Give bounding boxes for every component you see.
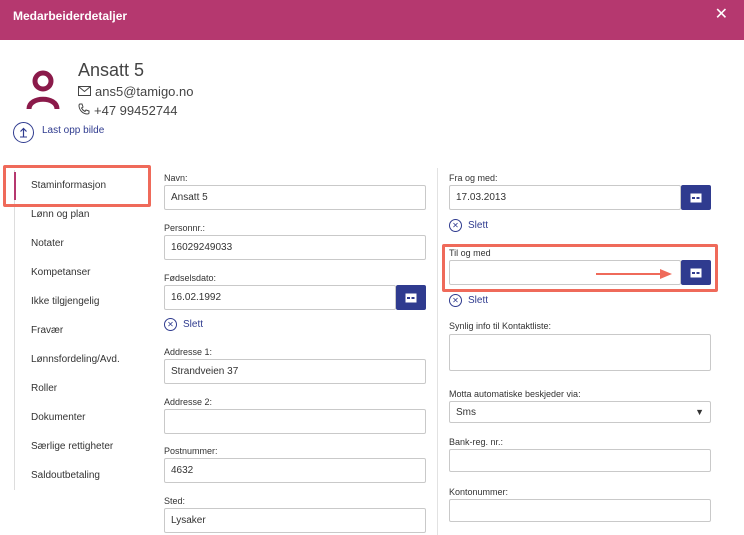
phone-row: +47 99452744 [78, 103, 178, 118]
sted-label: Sted: [164, 496, 186, 506]
personnr-input[interactable]: 16029249033 [164, 235, 426, 260]
sidebar-item-kompetanser[interactable]: Kompetanser [31, 267, 90, 278]
close-circle-icon: ✕ [164, 318, 177, 331]
sidebar-item-dokumenter[interactable]: Dokumenter [31, 412, 85, 423]
to-date-label: Til og med [449, 248, 491, 258]
close-circle-icon: ✕ [449, 219, 462, 232]
sidebar-rail [14, 170, 15, 490]
personnr-label: Personnr.: [164, 223, 206, 233]
sidebar-item-staminformasjon[interactable]: Staminformasjon [31, 180, 106, 191]
dob-input[interactable]: 16.02.1992 [164, 285, 396, 310]
auto-message-label: Motta automatiske beskjeder via: [449, 389, 581, 399]
sidebar-item-ikke-tilgjengelig[interactable]: Ikke tilgjengelig [31, 296, 99, 307]
visible-info-label: Synlig info til Kontaktliste: [449, 321, 552, 331]
chevron-down-icon: ▼ [695, 407, 704, 417]
postnr-label: Postnummer: [164, 446, 218, 456]
address2-label: Addresse 2: [164, 397, 213, 407]
sidebar-item-saldoutbetaling[interactable]: Saldoutbetaling [31, 470, 100, 481]
sidebar-item-lonn-og-plan[interactable]: Lønn og plan [31, 209, 89, 220]
account-number-label: Kontonummer: [449, 487, 509, 497]
to-date-delete-button[interactable]: ✕ Slett [449, 294, 488, 307]
sidebar-item-roller[interactable]: Roller [31, 383, 57, 394]
from-date-delete-button[interactable]: ✕ Slett [449, 219, 488, 232]
employee-name: Ansatt 5 [78, 60, 145, 80]
visible-info-textarea[interactable] [449, 334, 711, 371]
from-date-calendar-button[interactable] [681, 185, 711, 210]
to-date-delete-label: Slett [468, 295, 489, 306]
auto-message-select[interactable]: Sms ▼ [449, 401, 711, 423]
calendar-icon [690, 193, 702, 202]
employee-phone: +47 99452744 [94, 103, 178, 118]
sidebar-item-lonnsfordeling[interactable]: Lønnsfordeling/Avd. [31, 354, 120, 365]
upload-photo-button[interactable] [13, 122, 34, 143]
dialog-title: Medarbeiderdetaljer [13, 9, 128, 23]
sted-input[interactable]: Lysaker [164, 508, 426, 533]
from-date-delete-label: Slett [468, 220, 489, 231]
close-icon[interactable]: ✕ [715, 7, 728, 23]
upload-arrow-icon [20, 127, 27, 138]
avatar-icon [25, 70, 61, 110]
sidebar-item-fravaer[interactable]: Fravær [31, 325, 63, 336]
address2-input[interactable] [164, 409, 426, 434]
address1-input[interactable]: Strandveien 37 [164, 359, 426, 384]
dob-delete-label: Slett [183, 319, 204, 330]
bank-reg-input[interactable] [449, 449, 711, 472]
email-row: ans5@tamigo.no [78, 84, 193, 99]
phone-icon [78, 103, 90, 118]
postnr-input[interactable]: 4632 [164, 458, 426, 483]
dob-delete-button[interactable]: ✕ Slett [164, 318, 203, 331]
to-date-calendar-button[interactable] [681, 260, 711, 285]
calendar-icon [405, 293, 417, 302]
from-date-label: Fra og med: [449, 173, 498, 183]
address1-label: Addresse 1: [164, 347, 213, 357]
column-divider [437, 168, 438, 535]
account-number-input[interactable] [449, 499, 711, 522]
name-input[interactable]: Ansatt 5 [164, 185, 426, 210]
sidebar-item-notater[interactable]: Notater [31, 238, 64, 249]
auto-message-value: Sms [456, 407, 476, 418]
mail-icon [78, 84, 91, 99]
dob-label: Fødselsdato: [164, 273, 217, 283]
bank-reg-label: Bank-reg. nr.: [449, 437, 504, 447]
from-date-input[interactable]: 17.03.2013 [449, 185, 681, 210]
name-label: Navn: [164, 173, 188, 183]
dob-calendar-button[interactable] [396, 285, 426, 310]
close-circle-icon: ✕ [449, 294, 462, 307]
upload-photo-link[interactable]: Last opp bilde [42, 125, 104, 136]
dialog-titlebar: Medarbeiderdetaljer ✕ [0, 0, 744, 40]
arrow-annotation-icon [596, 268, 676, 280]
sidebar-item-saerlige-rettigheter[interactable]: Særlige rettigheter [31, 441, 113, 452]
employee-email: ans5@tamigo.no [95, 84, 194, 99]
calendar-icon [690, 268, 702, 277]
